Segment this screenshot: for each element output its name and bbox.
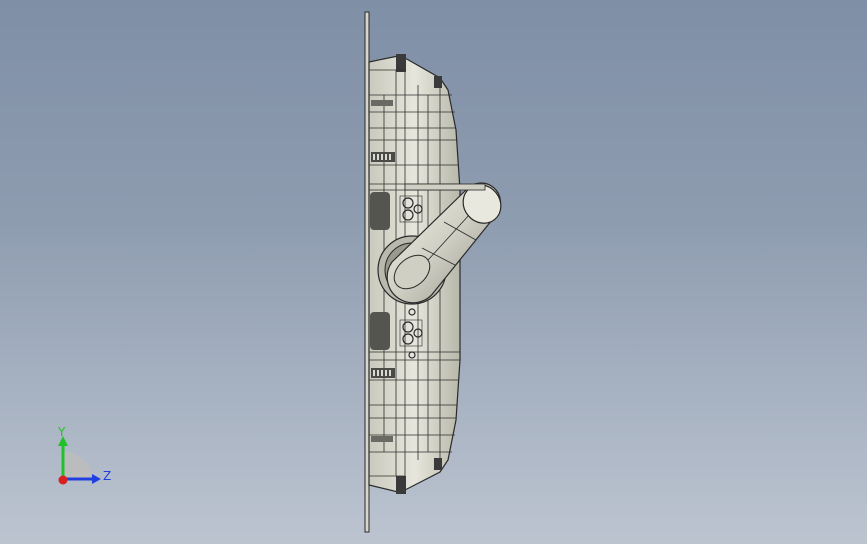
triad-plane xyxy=(63,451,92,479)
y-axis-label: Y xyxy=(57,425,66,439)
pipe-band xyxy=(404,183,486,191)
coordinate-triad: Y Z xyxy=(57,425,111,485)
z-axis-arrow xyxy=(92,474,101,484)
cad-graphics-viewport[interactable] xyxy=(0,0,867,544)
x-axis-dot xyxy=(58,475,68,485)
z-axis-label: Z xyxy=(103,469,111,483)
